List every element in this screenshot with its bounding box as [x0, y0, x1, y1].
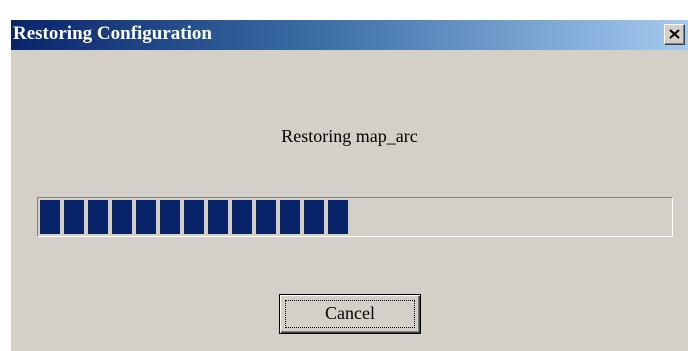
close-x-icon	[669, 29, 680, 39]
status-message: Restoring map_arc	[281, 126, 418, 146]
progress-bar	[37, 197, 673, 237]
cancel-button-label: Cancel	[325, 303, 375, 323]
cancel-button[interactable]: Cancel	[279, 294, 421, 334]
restoring-configuration-dialog: Restoring Configuration Restoring map_ar…	[10, 19, 688, 351]
progress-track	[40, 200, 670, 234]
title-bar[interactable]: Restoring Configuration	[11, 20, 688, 50]
close-button[interactable]	[664, 24, 685, 45]
window-title: Restoring Configuration	[13, 23, 212, 44]
progress-fill	[40, 200, 348, 234]
